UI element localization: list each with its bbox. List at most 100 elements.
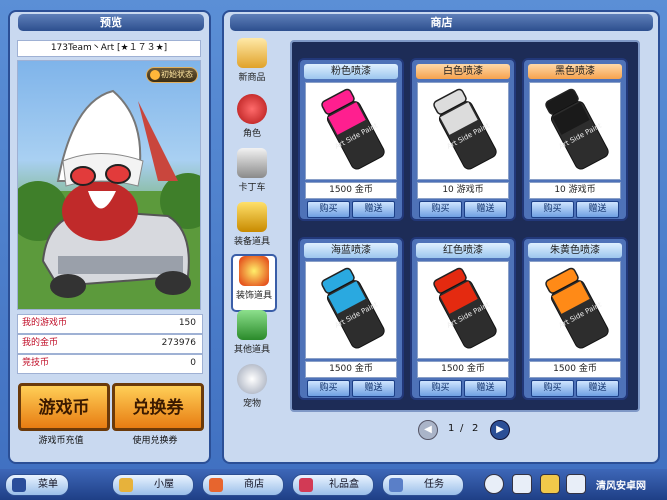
- kart-character-image: [18, 89, 200, 309]
- stat-value: 0: [190, 358, 196, 368]
- shop-item-card[interactable]: 白色喷漆 Art Side Paint 10 游戏币 购买 赠送: [410, 58, 516, 221]
- item-price: 10 游戏币: [529, 182, 621, 199]
- menu-label: 菜单: [38, 479, 58, 490]
- next-page-button[interactable]: ▶: [490, 420, 510, 440]
- reset-label: 初始状态: [161, 70, 193, 79]
- trophy-icon[interactable]: [540, 474, 560, 494]
- category-label: 卡丁车: [238, 183, 266, 193]
- gift-button[interactable]: 赠送: [352, 201, 395, 218]
- menu-icon: [12, 478, 26, 492]
- buy-button[interactable]: 购买: [531, 380, 574, 397]
- buy-button[interactable]: 购买: [307, 380, 350, 397]
- recharge-caption: 游戏币充值: [38, 436, 84, 446]
- buy-button[interactable]: 购买: [307, 201, 350, 218]
- buy-button[interactable]: 购买: [531, 201, 574, 218]
- item-price: 1500 金币: [305, 361, 397, 378]
- category-equipment[interactable]: 装备道具: [231, 202, 273, 254]
- shop-item-card[interactable]: 黑色喷漆 Art Side Paint 10 游戏币 购买 赠送: [522, 58, 628, 221]
- character-preview: 初始状态: [17, 60, 201, 310]
- pet-icon: [237, 364, 267, 394]
- new-items-icon: [237, 38, 267, 68]
- decoration-icon: [239, 256, 269, 286]
- shop-title: 商店: [230, 14, 653, 31]
- task-icon: [389, 478, 403, 492]
- task-label: 任务: [424, 479, 444, 490]
- stat-gold: 我的金币 273976: [17, 334, 203, 354]
- reset-icon: [150, 70, 160, 80]
- stat-game-coins: 我的游戏币 150: [17, 314, 203, 334]
- shop-item-card[interactable]: 粉色喷漆 Art Side Paint 1500 金币 购买 赠送: [298, 58, 404, 221]
- item-price: 10 游戏币: [417, 182, 509, 199]
- stat-label: 竞技币: [22, 358, 50, 368]
- pagination: ◀ 1 / 2 ▶: [418, 419, 512, 441]
- spray-can-image: Art Side Paint: [305, 82, 397, 180]
- item-name: 白色喷漆: [416, 64, 510, 79]
- total-pages: 2: [472, 423, 479, 434]
- item-name: 朱黄色喷漆: [528, 243, 622, 258]
- voucher-caption: 使用兑换券: [132, 436, 178, 446]
- shop-item-card[interactable]: 朱黄色喷漆 Art Side Paint 1500 金币 购买 赠送: [522, 237, 628, 400]
- gift-label: 礼品盒: [329, 479, 359, 490]
- kart-icon: [237, 148, 267, 178]
- gift-button[interactable]: 赠送: [576, 201, 619, 218]
- gift-button[interactable]: 赠送: [352, 380, 395, 397]
- speed-icon[interactable]: [484, 474, 504, 494]
- buy-button[interactable]: 购买: [419, 201, 462, 218]
- item-name: 海蓝喷漆: [304, 243, 398, 258]
- item-name: 黑色喷漆: [528, 64, 622, 79]
- category-label: 宠物: [242, 399, 261, 409]
- watermark: 清风安卓网: [596, 481, 646, 492]
- stat-value: 150: [178, 318, 196, 328]
- reset-button[interactable]: 初始状态: [146, 67, 198, 83]
- item-name: 红色喷漆: [416, 243, 510, 258]
- preview-title: 预览: [18, 14, 204, 31]
- category-label: 角色: [242, 129, 261, 139]
- category-pet[interactable]: 宠物: [231, 364, 273, 416]
- gift-button[interactable]: 赠送: [576, 380, 619, 397]
- stat-value: 273976: [161, 338, 196, 348]
- spray-can-image: Art Side Paint: [417, 261, 509, 359]
- gift-box-button[interactable]: 礼品盒: [292, 474, 374, 496]
- spray-can-image: Art Side Paint: [305, 261, 397, 359]
- category-kart[interactable]: 卡丁车: [231, 148, 273, 200]
- other-items-icon: [237, 310, 267, 340]
- home-button[interactable]: 小屋: [112, 474, 194, 496]
- stat-label: 我的游戏币: [22, 318, 68, 328]
- gift-button[interactable]: 赠送: [464, 380, 507, 397]
- category-label: 新商品: [238, 73, 266, 83]
- spray-can-image: Art Side Paint: [529, 82, 621, 180]
- home-icon: [119, 478, 133, 492]
- stat-arena-coins: 竞技币 0: [17, 354, 203, 374]
- player-name: 173Team丶Art [★１７３★]: [17, 40, 201, 57]
- gift-button[interactable]: 赠送: [464, 201, 507, 218]
- shop-item-card[interactable]: 红色喷漆 Art Side Paint 1500 金币 购买 赠送: [410, 237, 516, 400]
- category-new[interactable]: 新商品: [231, 38, 273, 90]
- item-name: 粉色喷漆: [304, 64, 398, 79]
- shop-button[interactable]: 商店: [202, 474, 284, 496]
- stat-label: 我的金币: [22, 338, 59, 348]
- voucher-button[interactable]: 兑换券: [112, 383, 204, 431]
- category-list: 新商品 角色 卡丁车 装备道具 装饰道具 其他道具 宠物: [226, 38, 280, 409]
- character-icon: [237, 94, 267, 124]
- home-label: 小屋: [154, 479, 174, 490]
- spray-can-image: Art Side Paint: [529, 261, 621, 359]
- gift-icon: [299, 478, 313, 492]
- spray-can-image: Art Side Paint: [417, 82, 509, 180]
- category-label: 装备道具: [233, 237, 270, 247]
- task-button[interactable]: 任务: [382, 474, 464, 496]
- category-label: 其他道具: [233, 345, 270, 355]
- shop-icon: [209, 478, 223, 492]
- page-separator: /: [460, 423, 464, 434]
- chat-icon[interactable]: [512, 474, 532, 494]
- recharge-button[interactable]: 游戏币: [18, 383, 110, 431]
- shop-item-card[interactable]: 海蓝喷漆 Art Side Paint 1500 金币 购买 赠送: [298, 237, 404, 400]
- buy-button[interactable]: 购买: [419, 380, 462, 397]
- shop-label: 商店: [244, 479, 264, 490]
- item-price: 1500 金币: [305, 182, 397, 199]
- category-character[interactable]: 角色: [231, 94, 273, 146]
- menu-button[interactable]: 菜单: [5, 474, 69, 496]
- settings-icon[interactable]: [566, 474, 586, 494]
- category-decoration[interactable]: 装饰道具: [231, 254, 277, 312]
- prev-page-button[interactable]: ◀: [418, 420, 438, 440]
- category-other[interactable]: 其他道具: [231, 310, 273, 362]
